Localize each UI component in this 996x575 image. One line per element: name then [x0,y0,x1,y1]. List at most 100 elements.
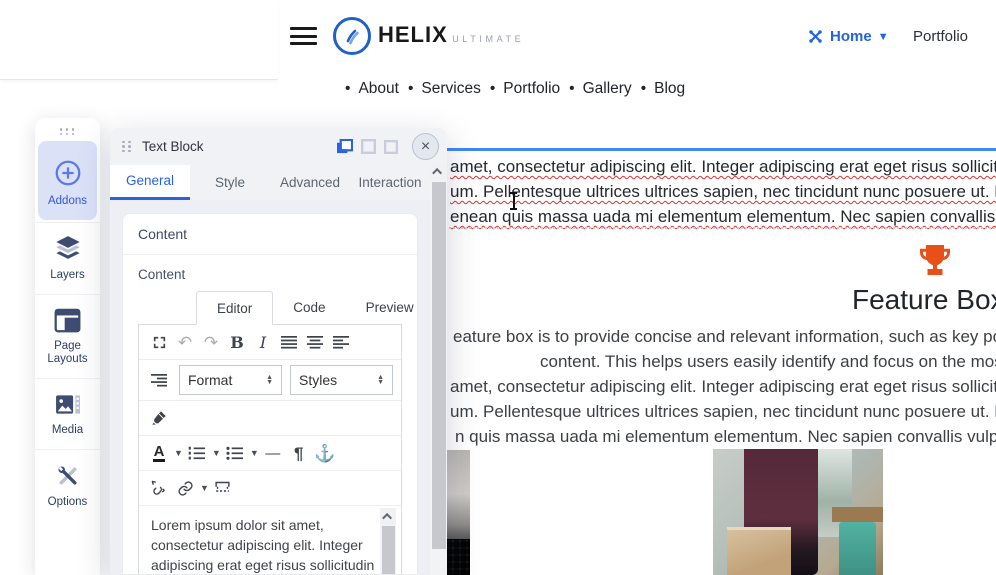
format-select[interactable]: Format ▲ ▼ [179,365,282,395]
plus-circle-icon [55,160,80,186]
toolbar-row [139,401,401,436]
modal-body: Content Content Editor Code Preview ↶ ↷ [110,200,430,575]
joomla-icon [808,29,823,44]
text-block-line: enean quis massa uada mi elementum eleme… [450,207,996,226]
sidebar-item-options[interactable]: Options [35,449,100,521]
scrollbar-thumb[interactable] [431,182,446,549]
undo-icon[interactable]: ↶ [173,330,197,354]
horizontal-rule-icon[interactable]: — [261,441,285,465]
align-right-icon[interactable] [147,368,171,392]
align-left-icon[interactable] [329,330,353,354]
nav-link-portfolio[interactable]: Portfolio [503,80,560,98]
modal-drag-handle-icon[interactable] [122,140,133,153]
sidebar-item-addons[interactable]: Addons [38,141,97,220]
nav-link-about[interactable]: About [358,80,399,98]
site-logo[interactable]: HELIX ULTIMATE [333,17,524,55]
select-arrows-icon: ▲ ▼ [266,374,273,386]
text-cursor [509,192,519,210]
unordered-list-icon[interactable] [223,441,247,465]
modal-title: Text Block [142,139,204,154]
content-field-label: Content [138,267,186,282]
ordered-list-dropdown-icon[interactable]: ▼ [212,448,221,458]
tab-code[interactable]: Code [273,291,345,324]
clear-formatting-icon[interactable] [147,406,171,430]
trophy-icon [917,242,953,278]
person-with-box-photo[interactable] [713,449,883,575]
selected-text-block[interactable]: amet, consectetur adipiscing elit. Integ… [380,148,996,230]
logo-circle-icon [333,17,371,55]
content-section-title: Content [123,214,417,255]
feature-line: eature box is to provide concise and rel… [453,327,996,346]
tab-general[interactable]: General [110,165,190,200]
row-divider [430,227,996,229]
scrollbar-thumb[interactable] [381,526,395,574]
modal-tab-bar: General Style Advanced Interaction [110,165,447,200]
feature-line: content. This helps users easily identif… [540,352,996,371]
modal-header: Text Block × [110,128,447,165]
page-layout-icon [54,308,81,333]
feature-line: amet, consectetur adipiscing elit. Integ… [450,377,996,396]
tools-icon [57,466,77,485]
sidebar-item-layers[interactable]: Layers [35,222,100,294]
builder-top-panel [0,0,278,80]
align-justify-icon[interactable] [277,330,301,354]
toolbar-row: ↶ ↷ B I [139,325,401,360]
text-color-dropdown-icon[interactable]: ▼ [174,448,183,458]
menu-item-portfolio[interactable]: Portfolio [913,28,968,45]
editor-content-area[interactable]: Lorem ipsum dolor sit amet, consectetur … [139,506,401,574]
text-block-line: amet, consectetur adipiscing elit. Integ… [450,157,996,176]
window-size-large-icon[interactable] [336,139,353,154]
nav-link-gallery[interactable]: Gallery [583,80,632,98]
unlink-icon[interactable] [147,476,171,500]
modal-scrollbar[interactable] [430,163,447,575]
tab-preview[interactable]: Preview [346,291,417,324]
toolbar-row: A ▼ ▼ ▼ — ¶ ⚓ [139,436,401,471]
tab-style[interactable]: Style [190,165,270,200]
editor-tab-bar: Editor Code Preview [196,291,414,325]
feature-box-title: Feature Box [852,284,996,315]
window-size-small-icon[interactable] [384,139,398,154]
feature-line: um. Pellentesque ultrices ultrices sapie… [450,402,996,421]
page-break-icon[interactable] [211,476,235,500]
link-dropdown-icon[interactable]: ▼ [200,483,209,493]
brand-name: HELIX [378,22,448,47]
bullet-nav-list: • About • Services • Portfolio • Gallery • Bl… [345,80,686,98]
editor-scrollbar[interactable] [380,508,396,574]
styles-select[interactable]: Styles ▲ ▼ [290,365,393,395]
align-center-icon[interactable] [303,330,327,354]
sidebar-item-media[interactable]: Media [35,378,100,449]
redo-icon[interactable]: ↷ [199,330,223,354]
wysiwyg-editor: ↶ ↷ B I Format ▲ ▼ Styles ▲ ▼ A ▼ ▼ ▼ — … [138,324,402,574]
scroll-up-icon[interactable] [380,508,396,524]
tab-advanced[interactable]: Advanced [270,165,350,200]
text-block-line: um. Pellentesque ultrices ultrices sapie… [450,182,996,201]
brand-subtitle: ULTIMATE [452,34,525,44]
fullscreen-icon[interactable] [147,330,171,354]
scroll-up-icon[interactable] [430,163,447,179]
link-icon[interactable] [173,476,197,500]
feature-line: n quis massa uada mi elementum elementum… [455,427,996,446]
window-size-medium-icon[interactable] [361,139,376,154]
close-icon[interactable]: × [412,133,439,160]
ordered-list-icon[interactable] [185,441,209,465]
toolbar-row: ▼ [139,471,401,506]
sidebar-drag-handle-icon[interactable] [59,128,76,135]
sidebar-item-page-layouts[interactable]: Page Layouts [35,294,100,378]
layers-icon [55,236,80,259]
italic-icon[interactable]: I [251,330,275,354]
paragraph-icon[interactable]: ¶ [287,441,311,465]
unordered-list-dropdown-icon[interactable]: ▼ [250,448,259,458]
chevron-down-icon: ▼ [877,30,889,43]
media-icon [55,395,80,414]
tab-interaction[interactable]: Interaction [350,165,430,200]
nav-link-services[interactable]: Services [421,80,480,98]
hamburger-menu-icon[interactable] [290,27,317,47]
anchor-icon[interactable]: ⚓ [313,441,337,465]
text-color-icon[interactable]: A [147,441,171,465]
nav-link-blog[interactable]: Blog [654,80,685,98]
text-block-settings-modal: Text Block × General Style Advanced Inte… [110,128,447,575]
bold-icon[interactable]: B [225,330,249,354]
menu-item-home[interactable]: Home ▼ [808,28,889,45]
toolbar-row: Format ▲ ▼ Styles ▲ ▼ [139,360,401,401]
tab-editor[interactable]: Editor [196,291,274,325]
